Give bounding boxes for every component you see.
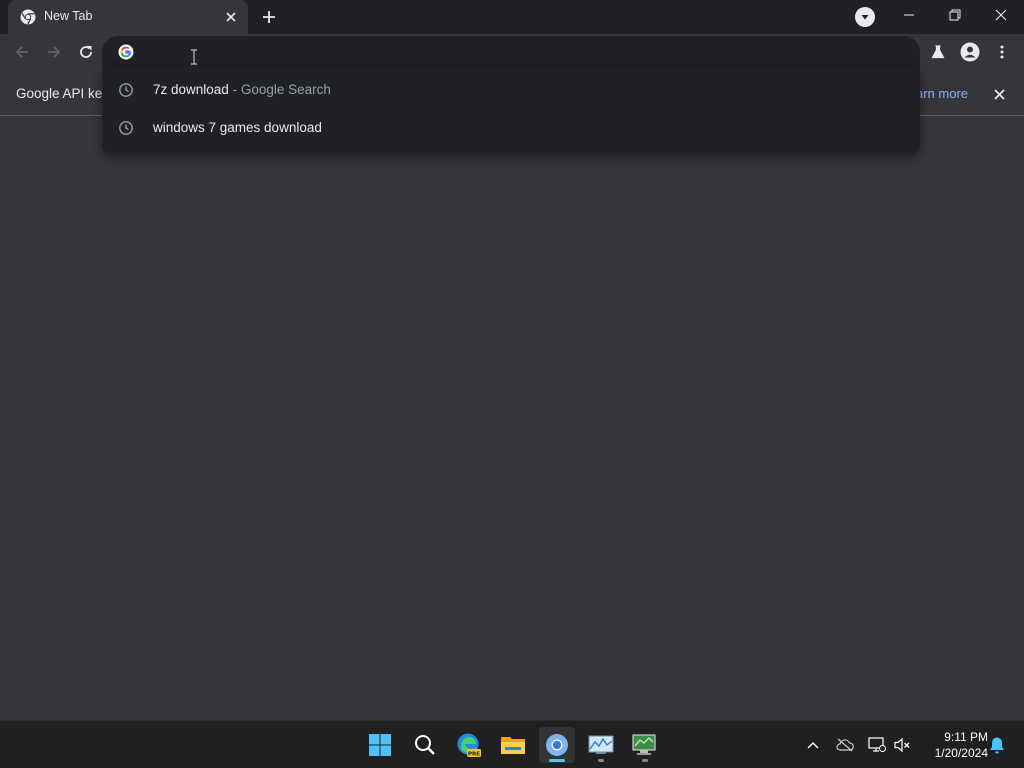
profile-button[interactable] [956, 38, 984, 66]
text-cursor-icon [191, 49, 197, 65]
chevron-down-icon [861, 15, 869, 20]
chevron-up-icon [807, 742, 819, 749]
suggestion-text: 7z download - Google Search [153, 82, 331, 97]
tab-close-button[interactable] [222, 8, 240, 26]
taskbar: PRE 9:11 PM 1/20/2024 [0, 720, 1024, 768]
arrow-left-icon [15, 46, 28, 58]
suggestion-item[interactable]: 7z download - Google Search [102, 70, 920, 108]
close-window-button[interactable] [978, 0, 1024, 30]
show-hidden-icons-button[interactable] [801, 733, 825, 757]
suggestion-query: windows 7 games download [153, 120, 322, 135]
taskbar-chrome[interactable] [539, 727, 575, 763]
browser-window: New Tab Google API key arn more 7z downl… [0, 0, 1024, 720]
clock-date: 1/20/2024 [934, 746, 988, 760]
page-content [0, 117, 1024, 720]
folder-icon [501, 737, 525, 754]
new-tab-button[interactable] [258, 6, 280, 28]
edge-icon: PRE [457, 733, 481, 757]
running-indicator [598, 759, 604, 762]
reload-icon [80, 46, 92, 58]
taskbar-performance-monitor[interactable] [583, 727, 619, 763]
flask-icon [931, 45, 945, 59]
clock-time: 9:11 PM [944, 730, 988, 744]
close-icon [993, 88, 1005, 100]
search-icon [415, 735, 435, 755]
minimize-icon [904, 14, 914, 16]
omnibox[interactable] [102, 36, 920, 68]
omnibox-suggestions: 7z download - Google Search windows 7 ga… [102, 68, 920, 154]
running-indicator [549, 759, 565, 762]
volume-muted-icon [894, 737, 910, 753]
avatar-icon [960, 42, 980, 62]
tab-title: New Tab [44, 9, 93, 23]
taskbar-edge-preview[interactable]: PRE [451, 727, 487, 763]
restore-button[interactable] [932, 0, 978, 30]
suggestion-item[interactable]: windows 7 games download [102, 108, 920, 146]
start-button[interactable] [362, 727, 398, 763]
volume-tray-button[interactable] [890, 733, 914, 757]
bell-icon [990, 737, 1004, 754]
taskbar-file-explorer[interactable] [495, 727, 531, 763]
close-icon [226, 12, 236, 22]
menu-button[interactable] [988, 38, 1016, 66]
suggestion-query: 7z download [153, 82, 229, 97]
chrome-icon [546, 734, 568, 756]
chrome-favicon-icon [20, 9, 36, 25]
taskbar-task-manager[interactable] [627, 727, 663, 763]
info-bar-close-button[interactable] [990, 85, 1008, 103]
onedrive-tray-button[interactable] [833, 733, 857, 757]
taskbar-clock[interactable]: 9:11 PM 1/20/2024 [918, 729, 988, 761]
monitor-app-icon [632, 734, 656, 755]
suggestion-separator: - [228, 82, 241, 97]
close-icon [995, 9, 1007, 21]
network-disconnected-icon [868, 737, 886, 752]
labs-button[interactable] [924, 38, 952, 66]
windows-start-icon [369, 734, 391, 756]
history-clock-icon [119, 83, 133, 97]
suggestion-text: windows 7 games download [153, 120, 322, 135]
chart-icon [588, 735, 614, 754]
running-indicator [642, 759, 648, 762]
omnibox-input[interactable] [146, 40, 906, 64]
notifications-button[interactable] [985, 733, 1009, 757]
network-tray-button[interactable] [865, 733, 889, 757]
taskbar-search-button[interactable] [407, 727, 443, 763]
forward-button[interactable] [40, 38, 68, 66]
tab-search-button[interactable] [855, 7, 875, 27]
cloud-offline-icon [836, 738, 854, 752]
edge-badge-text: PRE [468, 751, 480, 757]
google-g-icon [118, 44, 134, 60]
minimize-button[interactable] [886, 0, 932, 30]
history-clock-icon [119, 121, 133, 135]
toolbar [0, 34, 1024, 71]
more-vertical-icon [1000, 45, 1004, 59]
learn-more-link[interactable]: arn more [916, 86, 968, 101]
reload-button[interactable] [72, 38, 100, 66]
back-button[interactable] [8, 38, 36, 66]
tab-new-tab[interactable]: New Tab [8, 0, 248, 34]
arrow-right-icon [48, 46, 61, 58]
plus-icon [263, 11, 275, 23]
tab-strip: New Tab [0, 0, 1024, 34]
suggestion-source: Google Search [240, 82, 331, 97]
restore-icon [949, 9, 961, 21]
info-bar-message: Google API key [16, 86, 110, 101]
